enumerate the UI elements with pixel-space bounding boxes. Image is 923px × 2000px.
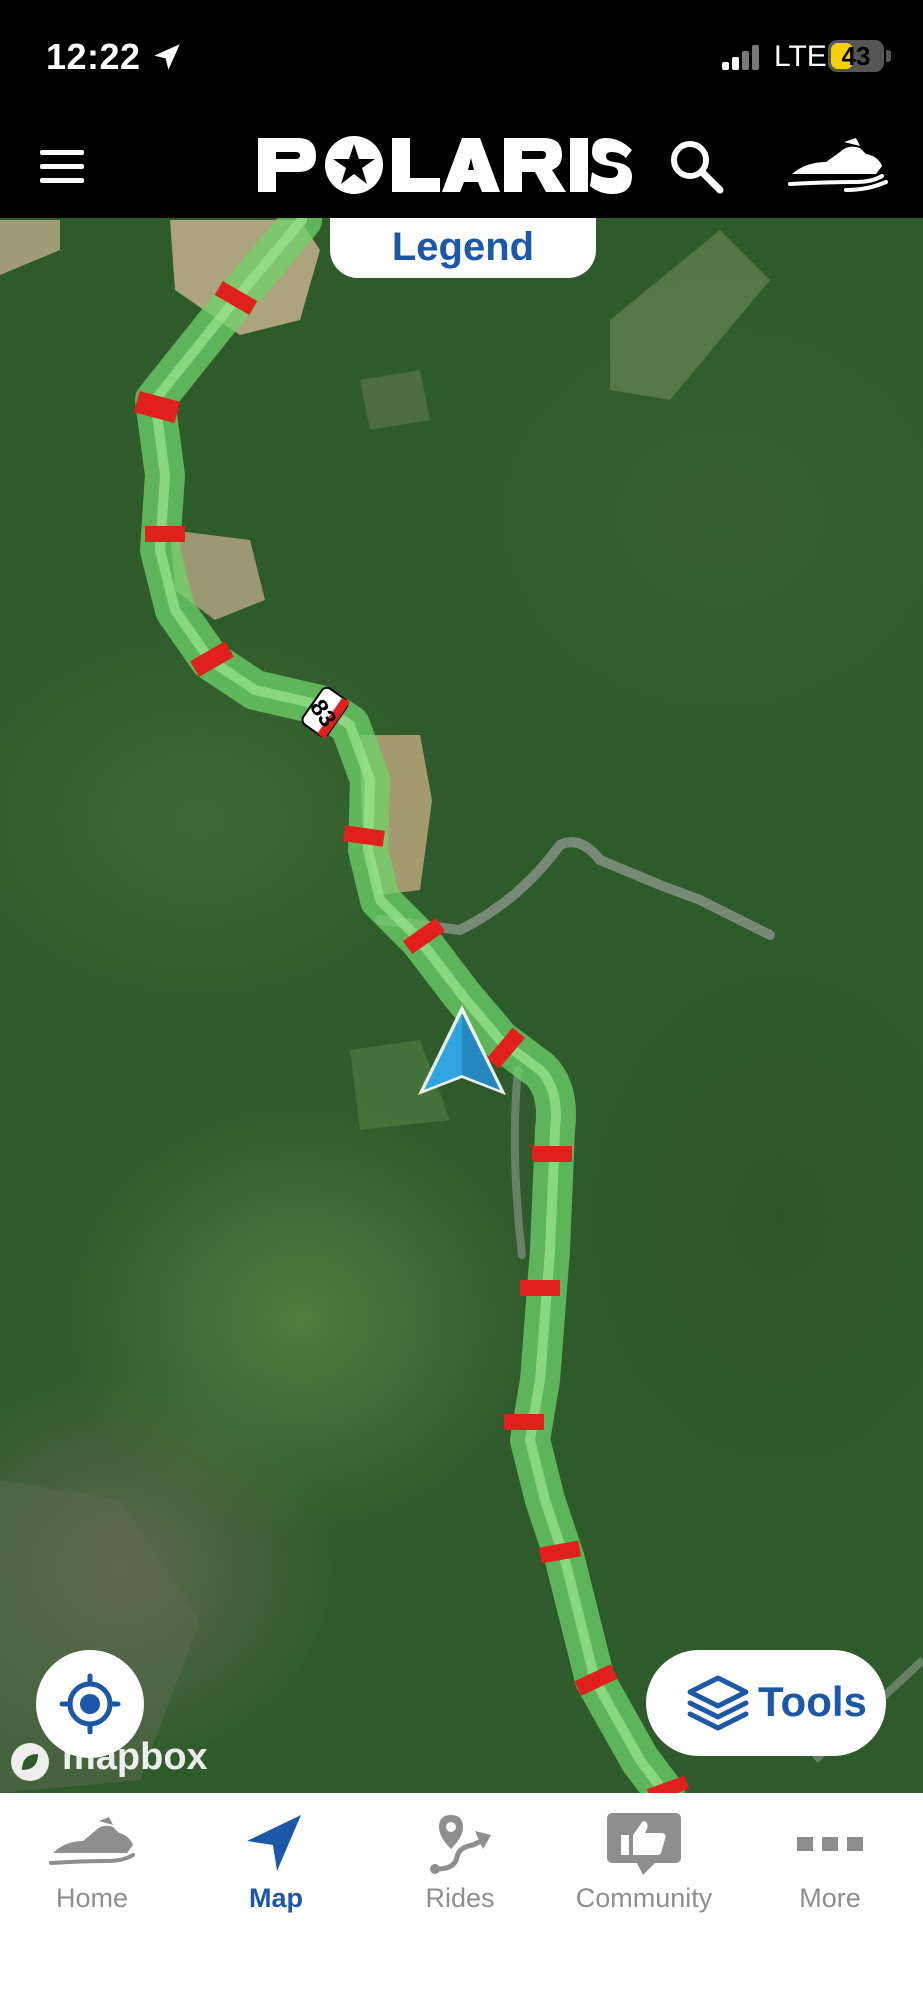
navigation-arrow-icon [247, 1815, 301, 1871]
tab-community[interactable]: Community [552, 1793, 736, 1923]
app-header [0, 112, 923, 218]
status-bar: 12:22 LTE 43 [0, 0, 923, 112]
battery-icon: 43 [828, 40, 884, 72]
mapbox-attribution[interactable]: mapbox [8, 1736, 218, 1784]
tab-label: Home [55, 1883, 129, 1913]
snowmobile-icon [49, 1817, 135, 1865]
tab-label: Community [575, 1883, 713, 1913]
more-dots-icon [797, 1837, 863, 1851]
tab-more[interactable]: More [738, 1793, 922, 1923]
tab-rides[interactable]: Rides [368, 1793, 552, 1923]
tab-map[interactable]: Map [184, 1793, 368, 1923]
map-view[interactable]: 83 Legend Tools mapbox [0, 218, 923, 1793]
network-type: LTE [774, 40, 827, 73]
location-arrow-icon [154, 44, 180, 70]
tab-label: More [799, 1883, 861, 1913]
thumbs-up-chat-icon [607, 1813, 681, 1875]
tab-label: Map [249, 1883, 303, 1913]
tools-label: Tools [758, 1678, 867, 1725]
tab-label: Rides [425, 1883, 495, 1913]
satellite-terrain: 83 [0, 218, 923, 1793]
bottom-tab-bar: Home Map Rides Community More [0, 1793, 923, 2000]
route-icon [430, 1815, 491, 1874]
status-time: 12:22 [46, 36, 141, 77]
battery-tip [886, 50, 891, 62]
snowmobile-icon[interactable] [786, 134, 890, 198]
mapbox-logo-icon [11, 1743, 49, 1781]
hamburger-menu-icon[interactable] [34, 138, 90, 194]
search-icon[interactable] [666, 136, 726, 196]
signal-strength-icon [722, 44, 762, 70]
tools-button[interactable]: Tools [646, 1650, 886, 1756]
battery-percent: 43 [841, 41, 871, 71]
tab-home[interactable]: Home [0, 1793, 184, 1923]
layers-icon [687, 1675, 749, 1731]
mapbox-wordmark: mapbox [62, 1736, 208, 1778]
polaris-logo [258, 136, 632, 194]
legend-button[interactable]: Legend [330, 218, 596, 278]
